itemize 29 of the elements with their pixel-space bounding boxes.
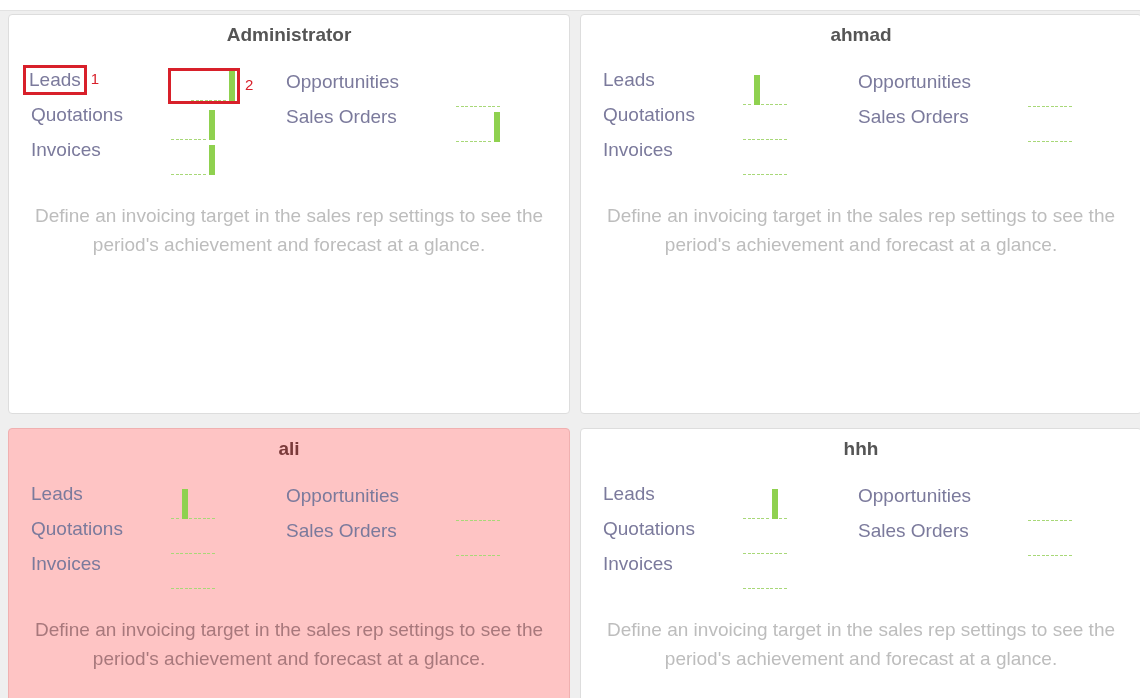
metric-label[interactable]: Opportunities: [858, 71, 971, 93]
target-hint: Define an invoicing target in the sales rep settings to see the period's achievement and forecast at a glance.: [606, 204, 1116, 257]
metric-label[interactable]: Invoices: [31, 139, 101, 161]
card-title: ahmad: [829, 23, 893, 47]
annotation-number: 2: [245, 75, 254, 95]
metric-label[interactable]: Quotations: [603, 104, 695, 126]
metric-label[interactable]: Leads: [603, 483, 655, 505]
metric-label[interactable]: Sales Orders: [858, 106, 969, 128]
target-hint: Define an invoicing target in the sales rep settings to see the period's achievement and forecast at a glance.: [34, 204, 544, 257]
metric-label[interactable]: Sales Orders: [286, 520, 397, 542]
card-title: ali: [277, 437, 301, 461]
metric-label[interactable]: Leads: [603, 69, 655, 91]
metric-label[interactable]: Quotations: [603, 518, 695, 540]
metric-label[interactable]: Quotations: [31, 518, 123, 540]
metric-label[interactable]: Opportunities: [286, 485, 399, 507]
target-hint: Define an invoicing target in the sales rep settings to see the period's achievement and forecast at a glance.: [34, 618, 544, 671]
metric-label[interactable]: Sales Orders: [858, 520, 969, 542]
metric-label[interactable]: Quotations: [31, 104, 123, 126]
card-title: Administrator: [225, 23, 353, 47]
card-title: hhh: [842, 437, 880, 461]
annotation-number: 1: [90, 69, 100, 89]
metric-label[interactable]: Leads: [31, 483, 83, 505]
metric-label[interactable]: Opportunities: [858, 485, 971, 507]
metric-label[interactable]: Invoices: [603, 553, 673, 575]
target-hint: Define an invoicing target in the sales rep settings to see the period's achievement and forecast at a glance.: [606, 618, 1116, 671]
metric-label[interactable]: Invoices: [603, 139, 673, 161]
metric-label[interactable]: Opportunities: [286, 71, 399, 93]
metric-label[interactable]: Invoices: [31, 553, 101, 575]
metric-label[interactable]: Sales Orders: [286, 106, 397, 128]
